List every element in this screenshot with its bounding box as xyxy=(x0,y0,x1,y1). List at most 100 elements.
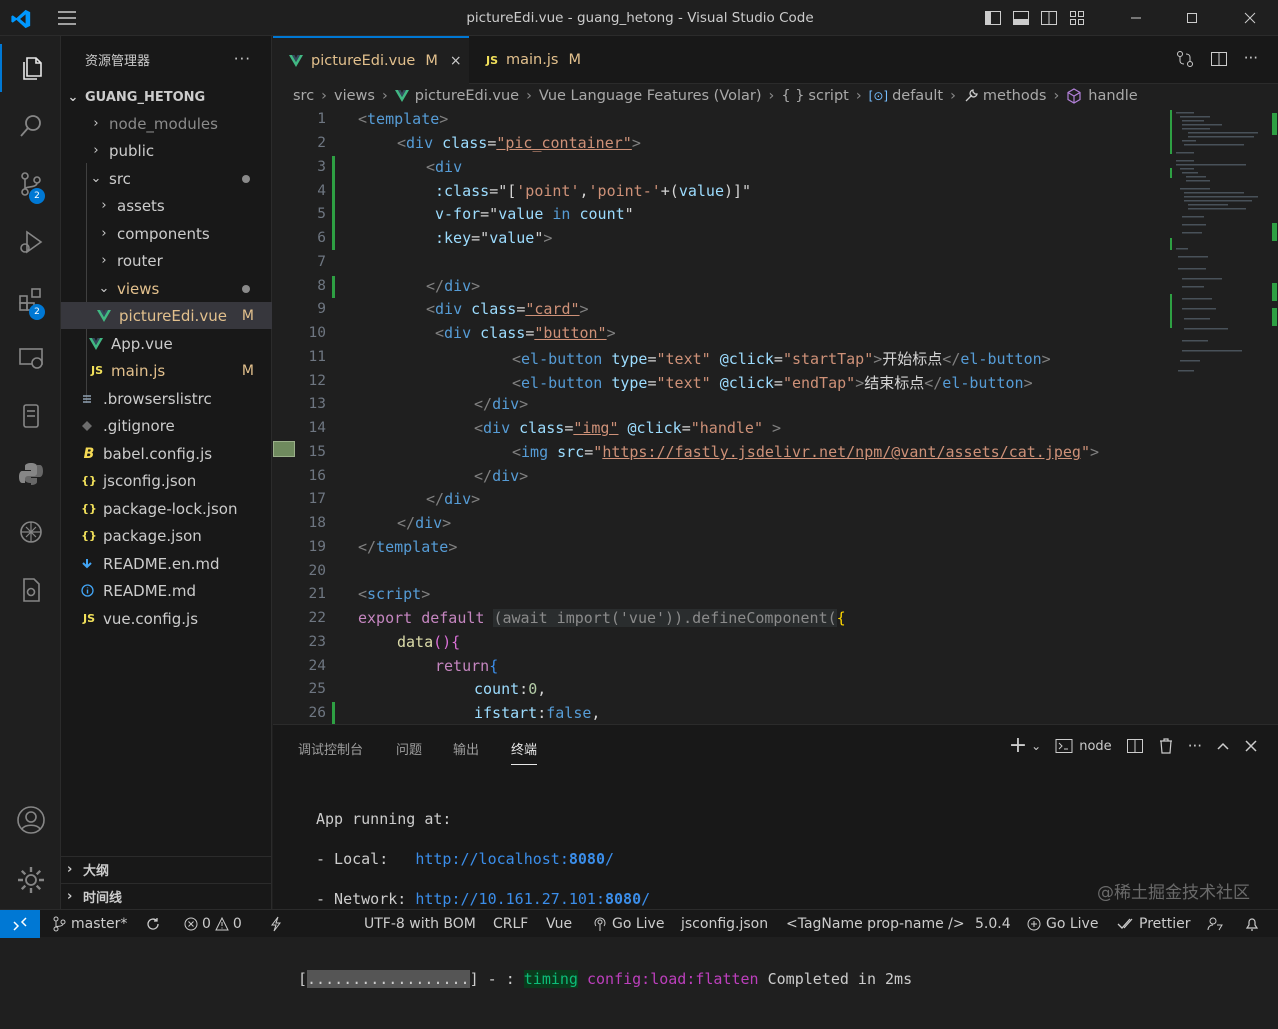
go-live-status-2[interactable]: Go Live xyxy=(1026,910,1098,938)
tree-item-readme[interactable]: README.md xyxy=(61,577,272,604)
manage-activity[interactable] xyxy=(0,856,61,904)
tab-problems[interactable]: 问题 xyxy=(396,739,422,758)
more-actions-icon[interactable]: ··· xyxy=(1244,50,1258,68)
toggle-secondary-sidebar-icon[interactable] xyxy=(1040,9,1058,27)
breadcrumb-handle[interactable]: handle xyxy=(1088,88,1137,104)
explorer-activity[interactable] xyxy=(0,44,61,92)
tree-item-main-js[interactable]: JS main.js M xyxy=(61,357,272,384)
compare-changes-icon[interactable] xyxy=(1176,50,1194,68)
version-status[interactable]: 5.0.4 xyxy=(975,910,1011,938)
search-activity[interactable] xyxy=(0,102,61,150)
docker-activity[interactable] xyxy=(0,392,61,440)
json-icon: {} xyxy=(81,474,97,487)
breadcrumb-src[interactable]: src xyxy=(293,88,314,104)
more-actions-icon[interactable]: ··· xyxy=(234,50,251,68)
encoding-status[interactable]: UTF-8 with BOM xyxy=(364,910,476,938)
notifications-status[interactable] xyxy=(1244,910,1260,938)
tab-picture-edi[interactable]: pictureEdi.vue M × xyxy=(273,36,469,84)
tree-item-assets[interactable]: › assets xyxy=(61,192,272,219)
explorer-header: 资源管理器 ··· xyxy=(61,36,271,82)
customize-layout-icon[interactable] xyxy=(1068,9,1086,27)
tree-item-readme-en[interactable]: README.en.md xyxy=(61,550,272,577)
tab-output[interactable]: 输出 xyxy=(453,739,479,758)
tree-item-router[interactable]: › router xyxy=(61,247,272,274)
tagname-status[interactable]: <TagName prop-name /> xyxy=(786,910,965,938)
line-number: 14 xyxy=(308,420,326,436)
breadcrumb-views[interactable]: views xyxy=(334,88,375,104)
code-editor[interactable]: 1 2 3 4 5 6 7 8 9 10 11 12 13 14 15 16 1… xyxy=(273,108,1168,724)
tab-main-js[interactable]: JS main.js M xyxy=(470,36,618,84)
tab-terminal[interactable]: 终端 xyxy=(511,739,538,765)
chevron-down-icon[interactable]: ⌄ xyxy=(1031,739,1041,753)
toggle-primary-sidebar-icon[interactable] xyxy=(984,9,1002,27)
tab-debug-console[interactable]: 调试控制台 xyxy=(298,739,363,758)
python-activity[interactable] xyxy=(0,450,61,498)
line-number: 4 xyxy=(317,183,326,199)
sync-status[interactable] xyxy=(145,910,161,938)
go-live-status[interactable]: Go Live xyxy=(592,910,664,938)
language-status[interactable]: Vue xyxy=(546,910,572,938)
breadcrumb-methods[interactable]: methods xyxy=(983,88,1047,104)
outline-section[interactable]: › 大纲 xyxy=(61,856,272,882)
broadcast-icon xyxy=(592,916,608,932)
tree-item-package-json[interactable]: {} package.json xyxy=(61,522,272,549)
tree-item-node-modules[interactable]: › node_modules xyxy=(61,110,272,137)
hamburger-menu-icon[interactable] xyxy=(56,9,78,27)
chatgpt-activity[interactable] xyxy=(0,508,61,556)
breadcrumb-separator: › xyxy=(381,88,388,104)
minimap[interactable] xyxy=(1168,108,1278,724)
tree-item-package-lock[interactable]: {} package-lock.json xyxy=(61,495,272,522)
tree-item-label: .gitignore xyxy=(103,416,175,435)
js-icon: JS xyxy=(90,364,103,377)
eol-status[interactable]: CRLF xyxy=(493,910,528,938)
tree-item-components[interactable]: › components xyxy=(61,220,272,247)
new-terminal-icon[interactable]: + xyxy=(1009,735,1027,757)
breadcrumb-default[interactable]: default xyxy=(892,88,943,104)
source-control-activity[interactable]: 2 xyxy=(0,160,61,208)
breadcrumb-language[interactable]: Vue Language Features (Volar) xyxy=(539,88,762,104)
split-editor-icon[interactable] xyxy=(1210,50,1228,68)
json-icon: {} xyxy=(81,502,97,515)
problems-status[interactable]: 0 0 xyxy=(184,910,242,938)
maximize-button[interactable] xyxy=(1169,0,1215,36)
tree-item-label: assets xyxy=(117,196,165,215)
terminal-shell-selector[interactable]: node xyxy=(1055,738,1112,754)
tree-item-views[interactable]: ⌄ views xyxy=(61,275,272,302)
breadcrumb-separator: › xyxy=(768,88,775,104)
tree-item-picture-edi[interactable]: pictureEdi.vue M xyxy=(61,302,272,329)
tree-item-gitignore[interactable]: .gitignore xyxy=(61,412,272,439)
remote-explorer-activity[interactable] xyxy=(0,334,61,382)
timeline-section[interactable]: › 时间线 xyxy=(61,883,272,909)
run-debug-activity[interactable] xyxy=(0,218,61,266)
extensions-activity[interactable]: 2 xyxy=(0,276,61,324)
feedback-status[interactable] xyxy=(1207,910,1223,938)
remote-indicator[interactable] xyxy=(0,910,40,938)
split-terminal-icon[interactable] xyxy=(1126,737,1144,755)
tree-item-browserslistrc[interactable]: .browserslistrc xyxy=(61,385,272,412)
tree-item-app-vue[interactable]: App.vue xyxy=(61,330,272,357)
close-tab-icon[interactable]: × xyxy=(450,53,462,69)
prettier-status[interactable]: Prettier xyxy=(1117,910,1191,938)
workspace-root[interactable]: ⌄ GUANG_HETONG xyxy=(61,86,272,108)
tree-item-babel-config[interactable]: B babel.config.js xyxy=(61,440,272,467)
jsconfig-status[interactable]: jsconfig.json xyxy=(681,910,768,938)
terminal-line: [..................] - : timing config:l… xyxy=(298,970,913,988)
maximize-panel-icon[interactable] xyxy=(1216,739,1230,753)
chevron-right-icon: › xyxy=(101,226,107,241)
breadcrumb-script[interactable]: script xyxy=(808,88,848,104)
branch-status[interactable]: master* xyxy=(52,910,127,938)
accounts-activity[interactable] xyxy=(0,796,61,844)
tree-item-public[interactable]: › public xyxy=(61,137,272,164)
toggle-panel-icon[interactable] xyxy=(1012,9,1030,27)
more-actions-icon[interactable]: ··· xyxy=(1188,737,1202,755)
minimize-button[interactable] xyxy=(1113,0,1159,36)
tree-item-src[interactable]: ⌄ src xyxy=(61,165,272,192)
trash-icon[interactable] xyxy=(1158,737,1174,755)
tree-item-vue-config[interactable]: JS vue.config.js xyxy=(61,605,272,632)
tree-item-jsconfig[interactable]: {} jsconfig.json xyxy=(61,467,272,494)
breadcrumb-file[interactable]: pictureEdi.vue xyxy=(415,88,519,104)
close-window-button[interactable] xyxy=(1227,0,1273,36)
settings-sync-activity[interactable] xyxy=(0,566,61,614)
close-panel-icon[interactable] xyxy=(1244,739,1258,753)
lightning-status[interactable] xyxy=(270,910,282,938)
